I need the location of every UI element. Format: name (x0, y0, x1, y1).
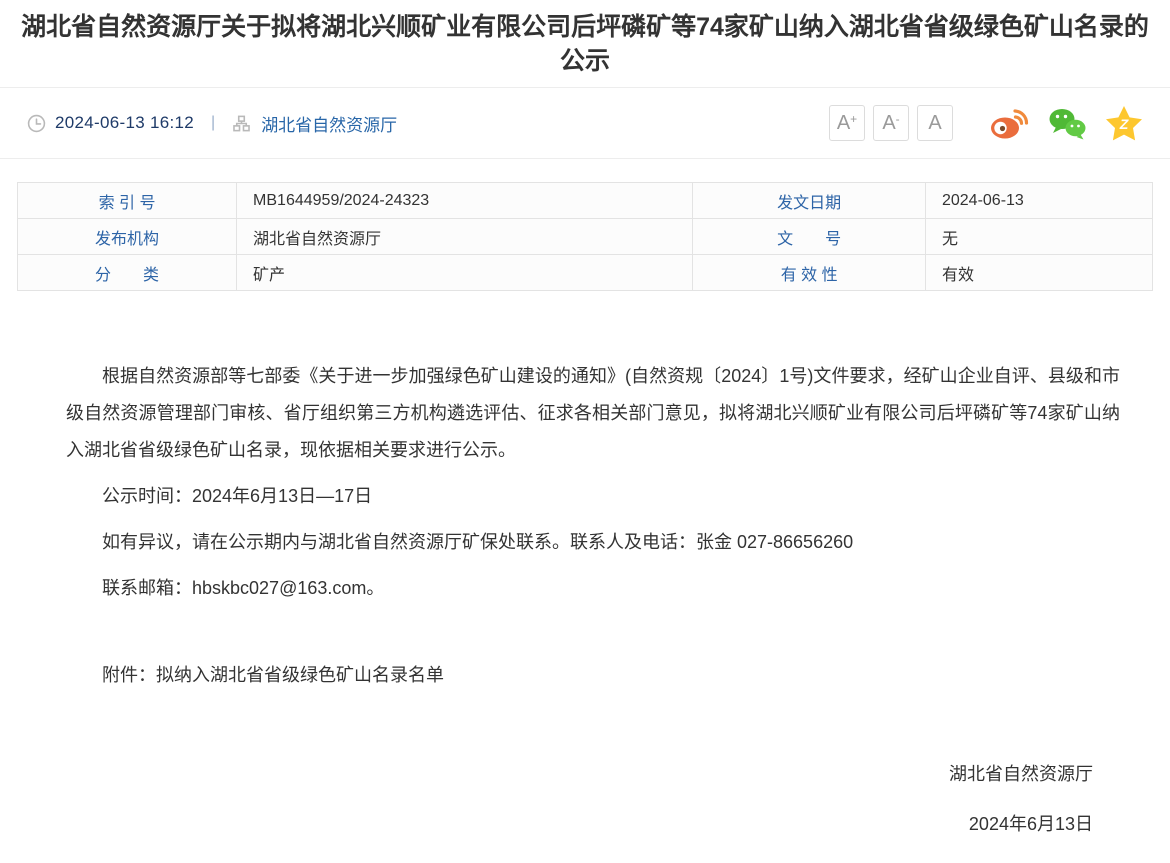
signature-org: 湖北省自然资源厅 (66, 756, 1093, 793)
meta-right: A+ A- A (829, 105, 1143, 141)
publishing-agency-label: 发布机构 (18, 219, 237, 255)
qzone-share-icon[interactable]: Z (1105, 105, 1143, 141)
clock-icon (27, 114, 46, 133)
font-reset-label: A (928, 113, 941, 133)
document-number-label: 文 号 (693, 219, 926, 255)
document-number-value: 无 (925, 219, 1152, 255)
font-reset-button[interactable]: A (917, 105, 953, 141)
index-number-label: 索 引 号 (18, 183, 237, 219)
meta-bar: 2024-06-13 16:12 | 湖北省自然资源厅 A+ A- A (0, 88, 1170, 159)
article-body: 根据自然资源部等七部委《关于进一步加强绿色矿山建设的通知》(自然资规〔2024〕… (0, 358, 1170, 863)
paragraph-notice-period: 公示时间：2024年6月13日—17日 (66, 478, 1120, 515)
paragraph-main: 根据自然资源部等七部委《关于进一步加强绿色矿山建设的通知》(自然资规〔2024〕… (66, 358, 1120, 469)
table-row: 索 引 号 MB1644959/2024-24323 发文日期 2024-06-… (18, 183, 1153, 219)
title-section: 湖北省自然资源厅关于拟将湖北兴顺矿业有限公司后坪磷矿等74家矿山纳入湖北省省级绿… (0, 0, 1170, 88)
meta-separator: | (211, 114, 215, 132)
issue-date-label: 发文日期 (693, 183, 926, 219)
font-increase-mod: + (850, 113, 857, 125)
validity-value: 有效 (925, 255, 1152, 291)
font-increase-button[interactable]: A+ (829, 105, 865, 141)
font-decrease-button[interactable]: A- (873, 105, 909, 141)
source-link[interactable]: 湖北省自然资源厅 (261, 111, 397, 136)
page-title: 湖北省自然资源厅关于拟将湖北兴顺矿业有限公司后坪磷矿等74家矿山纳入湖北省省级绿… (14, 11, 1156, 79)
validity-label: 有 效 性 (693, 255, 926, 291)
font-decrease-label: A (882, 113, 895, 133)
wechat-share-icon[interactable] (1047, 106, 1087, 140)
font-increase-label: A (837, 113, 850, 133)
weibo-share-icon[interactable] (989, 106, 1029, 140)
publish-datetime: 2024-06-13 16:12 (55, 113, 194, 133)
paragraph-email: 联系邮箱：hbskbc027@163.com。 (66, 570, 1120, 607)
meta-left: 2024-06-13 16:12 | 湖北省自然资源厅 (27, 111, 397, 136)
table-row: 分 类 矿产 有 效 性 有效 (18, 255, 1153, 291)
attachment-link[interactable]: 附件：拟纳入湖北省省级绿色矿山名录名单 (66, 657, 1120, 694)
category-value: 矿产 (237, 255, 693, 291)
issue-date-value: 2024-06-13 (925, 183, 1152, 219)
font-decrease-mod: - (896, 113, 900, 125)
signature-date: 2024年6月13日 (66, 806, 1093, 843)
signature-block: 湖北省自然资源厅 2024年6月13日 (66, 756, 1120, 843)
publishing-agency-value: 湖北省自然资源厅 (237, 219, 693, 255)
document-info-table: 索 引 号 MB1644959/2024-24323 发文日期 2024-06-… (17, 182, 1153, 291)
index-number-value: MB1644959/2024-24323 (237, 183, 693, 219)
source-sitemap-icon (232, 114, 251, 133)
qzone-letter: Z (1119, 116, 1129, 132)
category-label: 分 类 (18, 255, 237, 291)
table-row: 发布机构 湖北省自然资源厅 文 号 无 (18, 219, 1153, 255)
paragraph-contact: 如有异议，请在公示期内与湖北省自然资源厅矿保处联系。联系人及电话：张金 027-… (66, 524, 1120, 561)
